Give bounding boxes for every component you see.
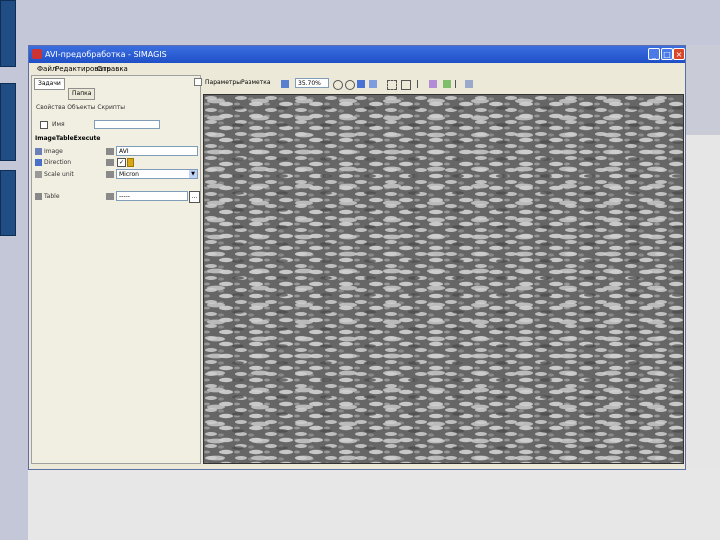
fit-icon[interactable] xyxy=(357,80,365,88)
slide-background-bottom xyxy=(28,468,720,540)
menu-file[interactable]: Файл xyxy=(37,63,56,75)
properties-panel: Задачи Папка Свойства Объекты Скрипты Им… xyxy=(31,75,202,464)
app-icon xyxy=(32,49,42,59)
minimize-button[interactable]: _ xyxy=(648,48,660,60)
slide-background-top xyxy=(0,0,720,45)
subtabs-row: Свойства Объекты Скрипты xyxy=(36,104,126,111)
slide-stripe-3 xyxy=(0,170,16,236)
hand-icon[interactable] xyxy=(369,80,377,88)
table-icon xyxy=(35,193,42,200)
row-table-label: Table xyxy=(44,193,60,200)
name-input[interactable] xyxy=(94,120,160,129)
name-label: Имя xyxy=(52,121,65,128)
browse-button[interactable]: … xyxy=(189,191,200,203)
toolbar-label-markup[interactable]: Разметка xyxy=(241,79,271,86)
zoom-out-icon[interactable] xyxy=(345,80,355,90)
status-bar xyxy=(29,464,685,469)
toolbar-label-params[interactable]: Параметры xyxy=(205,79,241,86)
layers-icon[interactable] xyxy=(465,80,473,88)
folder-icon[interactable] xyxy=(106,159,114,166)
scale-unit-select[interactable]: Micron ▼ xyxy=(116,169,198,179)
folder-icon[interactable] xyxy=(106,171,114,178)
slide-stripe-2 xyxy=(0,83,16,161)
row-image-label: Image xyxy=(44,148,63,155)
direction-checkbox[interactable]: ✓ xyxy=(117,158,126,167)
polygon-icon[interactable] xyxy=(429,80,437,88)
slide-background-left xyxy=(0,0,28,540)
section-title: ImageTableExecute xyxy=(35,135,101,142)
menu-help[interactable]: Справка xyxy=(97,63,128,75)
microstructure-image[interactable] xyxy=(203,94,684,464)
zoom-select[interactable]: 35.70% xyxy=(295,78,329,88)
slide-stripe-1 xyxy=(0,0,16,67)
pencil-icon[interactable] xyxy=(127,158,134,167)
folder-icon[interactable] xyxy=(106,193,114,200)
grid-icon xyxy=(35,159,42,166)
microstructure-texture xyxy=(204,95,683,463)
title-bar[interactable]: AVI-предобработка - SIMAGIS _ □ × xyxy=(29,46,685,63)
panel-toggle-button[interactable] xyxy=(194,78,202,86)
image-icon xyxy=(35,148,42,155)
line-icon[interactable] xyxy=(417,80,426,88)
select-ellipse-icon[interactable] xyxy=(401,80,411,90)
save-icon[interactable] xyxy=(281,80,289,88)
tab-folder[interactable]: Папка xyxy=(68,88,96,100)
close-button[interactable]: × xyxy=(673,48,685,60)
maximize-button[interactable]: □ xyxy=(661,48,673,60)
app-window: AVI-предобработка - SIMAGIS _ □ × Файл Р… xyxy=(28,45,686,470)
folder-icon[interactable] xyxy=(106,148,114,155)
tab-tasks[interactable]: Задачи xyxy=(34,78,65,90)
image-field[interactable]: AVI xyxy=(116,146,198,156)
window-title: AVI-предобработка - SIMAGIS xyxy=(45,50,167,59)
image-toolbar: Параметры Разметка 35.70% xyxy=(203,75,683,94)
table-select[interactable]: ----- xyxy=(116,191,188,201)
menu-bar: Файл Редактировать Справка xyxy=(29,63,685,75)
select-rect-icon[interactable] xyxy=(387,80,397,90)
scale-icon xyxy=(35,171,42,178)
row-direction-label: Direction xyxy=(44,159,72,166)
row-scale-label: Scale unit xyxy=(44,171,74,178)
measure-icon[interactable] xyxy=(443,80,451,88)
zoom-in-icon[interactable] xyxy=(333,80,343,90)
chevron-down-icon[interactable]: ▼ xyxy=(189,170,197,178)
name-checkbox[interactable] xyxy=(40,121,48,129)
text-icon[interactable] xyxy=(455,80,464,88)
